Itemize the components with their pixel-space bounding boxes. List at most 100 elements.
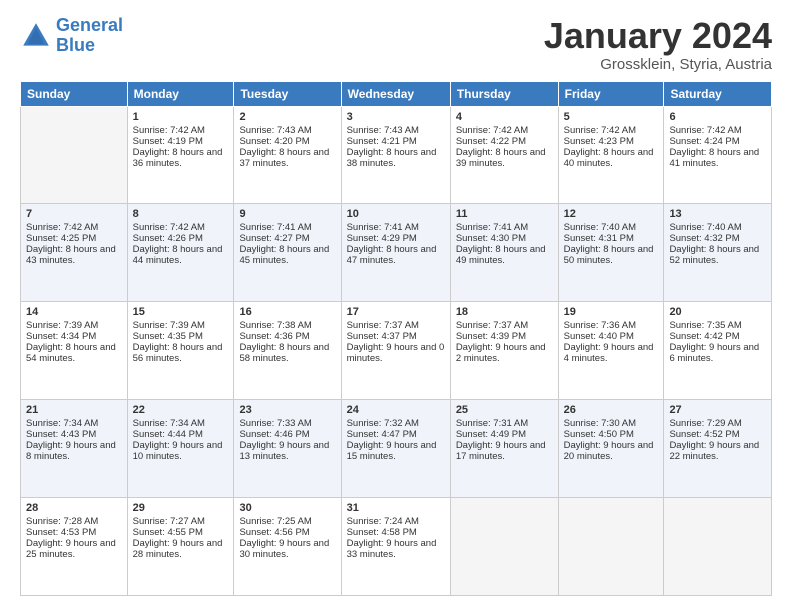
day-number: 12 — [564, 208, 659, 220]
daylight-text: Daylight: 8 hours and 45 minutes. — [239, 244, 335, 266]
daylight-text: Daylight: 8 hours and 58 minutes. — [239, 342, 335, 364]
daylight-text: Daylight: 8 hours and 50 minutes. — [564, 244, 659, 266]
weekday-header: Friday — [558, 81, 664, 106]
sunset-text: Sunset: 4:36 PM — [239, 331, 335, 342]
calendar-cell: 16Sunrise: 7:38 AMSunset: 4:36 PMDayligh… — [234, 302, 341, 400]
calendar-cell: 26Sunrise: 7:30 AMSunset: 4:50 PMDayligh… — [558, 400, 664, 498]
calendar-cell: 20 Sunrise: 7:35 AMSunset: 4:42 PMDayligh… — [664, 302, 772, 400]
weekday-header: Thursday — [450, 81, 558, 106]
calendar-cell — [450, 498, 558, 596]
day-number: 7 — [26, 208, 122, 220]
page: General Blue January 2024 Grossklein, St… — [0, 0, 792, 612]
calendar-cell: 2Sunrise: 7:43 AMSunset: 4:20 PMDaylight… — [234, 106, 341, 204]
daylight-text: Daylight: 8 hours and 40 minutes. — [564, 147, 659, 169]
daylight-text: Daylight: 8 hours and 37 minutes. — [239, 147, 335, 169]
sunrise-text: Sunrise: 7:28 AM — [26, 516, 122, 527]
daylight-text: Daylight: 8 hours and 39 minutes. — [456, 147, 553, 169]
daylight-text: Daylight: 8 hours and 52 minutes. — [669, 244, 766, 266]
sunset-text: Sunset: 4:27 PM — [239, 233, 335, 244]
calendar-cell: 9Sunrise: 7:41 AMSunset: 4:27 PMDaylight… — [234, 204, 341, 302]
daylight-text: Daylight: 9 hours and 25 minutes. — [26, 538, 122, 560]
sunset-text: Sunset: 4:23 PM — [564, 136, 659, 147]
sunrise-text: Sunrise: 7:30 AM — [564, 418, 659, 429]
day-number: 19 — [564, 306, 659, 318]
calendar-cell — [21, 106, 128, 204]
sunset-text: Sunset: 4:26 PM — [133, 233, 229, 244]
weekday-header: Saturday — [664, 81, 772, 106]
calendar-cell: 28Sunrise: 7:28 AMSunset: 4:53 PMDayligh… — [21, 498, 128, 596]
sunrise-text: Sunrise: 7:42 AM — [133, 222, 229, 233]
sunrise-text: Sunrise: 7:42 AM — [456, 125, 553, 136]
sunset-text: Sunset: 4:58 PM — [347, 527, 445, 538]
sunset-text: Sunset: 4:22 PM — [456, 136, 553, 147]
day-number: 31 — [347, 502, 445, 514]
daylight-text: Daylight: 9 hours and 13 minutes. — [239, 440, 335, 462]
daylight-text: Daylight: 9 hours and 2 minutes. — [456, 342, 553, 364]
calendar-cell: 19Sunrise: 7:36 AMSunset: 4:40 PMDayligh… — [558, 302, 664, 400]
sunrise-text: Sunrise: 7:39 AM — [133, 320, 229, 331]
sunset-text: Sunset: 4:44 PM — [133, 429, 229, 440]
sunset-text: Sunset: 4:40 PM — [564, 331, 659, 342]
header: General Blue January 2024 Grossklein, St… — [20, 16, 772, 73]
sunrise-text: Sunrise: 7:25 AM — [239, 516, 335, 527]
calendar-cell: 18Sunrise: 7:37 AMSunset: 4:39 PMDayligh… — [450, 302, 558, 400]
calendar-week-row: 7Sunrise: 7:42 AMSunset: 4:25 PMDaylight… — [21, 204, 772, 302]
daylight-text: Daylight: 8 hours and 41 minutes. — [669, 147, 766, 169]
sunset-text: Sunset: 4:56 PM — [239, 527, 335, 538]
daylight-text: Daylight: 8 hours and 38 minutes. — [347, 147, 445, 169]
calendar-cell: 3Sunrise: 7:43 AMSunset: 4:21 PMDaylight… — [341, 106, 450, 204]
weekday-header: Monday — [127, 81, 234, 106]
logo-text: General Blue — [56, 16, 123, 56]
calendar-cell: 14Sunrise: 7:39 AMSunset: 4:34 PMDayligh… — [21, 302, 128, 400]
day-number: 27 — [669, 404, 766, 416]
daylight-text: Daylight: 9 hours and 17 minutes. — [456, 440, 553, 462]
sunset-text: Sunset: 4:21 PM — [347, 136, 445, 147]
sunset-text: Sunset: 4:50 PM — [564, 429, 659, 440]
day-number: 30 — [239, 502, 335, 514]
day-number: 22 — [133, 404, 229, 416]
sunset-text: Sunset: 4:34 PM — [26, 331, 122, 342]
day-number: 17 — [347, 306, 445, 318]
day-number: 20 — [669, 306, 766, 318]
day-number: 16 — [239, 306, 335, 318]
day-number: 10 — [347, 208, 445, 220]
day-number: 14 — [26, 306, 122, 318]
calendar-week-row: 28Sunrise: 7:28 AMSunset: 4:53 PMDayligh… — [21, 498, 772, 596]
day-number: 13 — [669, 208, 766, 220]
sunset-text: Sunset: 4:24 PM — [669, 136, 766, 147]
calendar-header-row: SundayMondayTuesdayWednesdayThursdayFrid… — [21, 81, 772, 106]
calendar-cell: 30Sunrise: 7:25 AMSunset: 4:56 PMDayligh… — [234, 498, 341, 596]
day-number: 9 — [239, 208, 335, 220]
daylight-text: Daylight: 9 hours and 15 minutes. — [347, 440, 445, 462]
sunset-text: Sunset: 4:47 PM — [347, 429, 445, 440]
sunset-text: Sunset: 4:53 PM — [26, 527, 122, 538]
day-number: 25 — [456, 404, 553, 416]
daylight-text: Daylight: 9 hours and 0 minutes. — [347, 342, 445, 364]
calendar-cell: 27Sunrise: 7:29 AMSunset: 4:52 PMDayligh… — [664, 400, 772, 498]
sunrise-text: Sunrise: 7:42 AM — [564, 125, 659, 136]
day-number: 2 — [239, 111, 335, 123]
daylight-text: Daylight: 9 hours and 6 minutes. — [669, 342, 766, 364]
sunrise-text: Sunrise: 7:43 AM — [239, 125, 335, 136]
weekday-header: Sunday — [21, 81, 128, 106]
calendar-cell: 5 Sunrise: 7:42 AMSunset: 4:23 PMDaylight… — [558, 106, 664, 204]
sunset-text: Sunset: 4:55 PM — [133, 527, 229, 538]
daylight-text: Daylight: 9 hours and 4 minutes. — [564, 342, 659, 364]
day-number: 21 — [26, 404, 122, 416]
title-block: January 2024 Grossklein, Styria, Austria — [544, 16, 772, 73]
day-number: 6 — [669, 111, 766, 123]
sunrise-text: Sunrise: 7:35 AM — [669, 320, 766, 331]
day-number: 18 — [456, 306, 553, 318]
sunset-text: Sunset: 4:42 PM — [669, 331, 766, 342]
logo-icon — [20, 20, 52, 52]
day-number: 26 — [564, 404, 659, 416]
calendar-cell: 29Sunrise: 7:27 AMSunset: 4:55 PMDayligh… — [127, 498, 234, 596]
calendar-cell: 6Sunrise: 7:42 AMSunset: 4:24 PMDaylight… — [664, 106, 772, 204]
sunrise-text: Sunrise: 7:41 AM — [456, 222, 553, 233]
day-number: 5 — [564, 111, 659, 123]
day-number: 8 — [133, 208, 229, 220]
sunrise-text: Sunrise: 7:42 AM — [26, 222, 122, 233]
sunset-text: Sunset: 4:32 PM — [669, 233, 766, 244]
daylight-text: Daylight: 9 hours and 28 minutes. — [133, 538, 229, 560]
sunset-text: Sunset: 4:46 PM — [239, 429, 335, 440]
